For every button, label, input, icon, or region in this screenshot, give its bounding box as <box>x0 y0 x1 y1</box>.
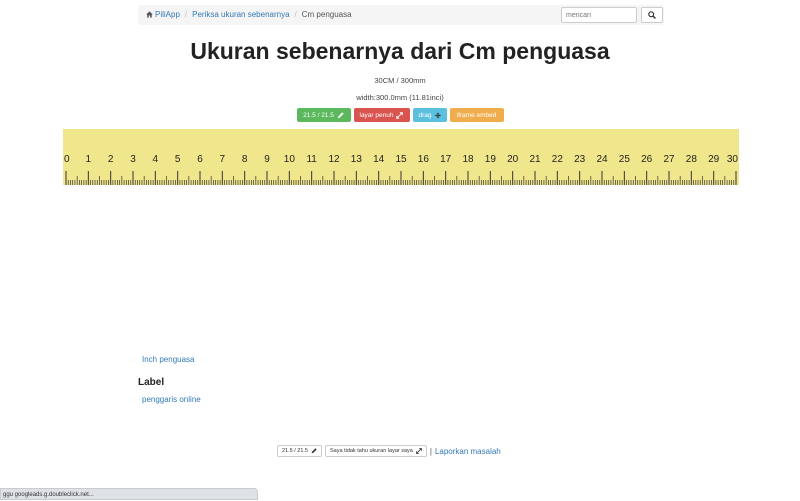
breadcrumb-home-link[interactable]: PiliApp <box>155 10 180 19</box>
home-icon <box>146 11 153 18</box>
expand-icon <box>416 448 422 454</box>
ruler-label: 18 <box>462 154 474 165</box>
ruler-label: 4 <box>153 154 159 165</box>
breadcrumb-separator: / <box>184 10 188 19</box>
ruler-label: 11 <box>306 154 317 165</box>
ruler-label: 5 <box>175 154 181 165</box>
ruler-label: 12 <box>328 154 340 165</box>
ruler-label: 13 <box>351 154 363 165</box>
expand-icon <box>396 111 404 119</box>
browser-status-bar: ggu googleads.g.doubleclick.net... <box>0 488 258 500</box>
online-ruler-link[interactable]: penggaris online <box>142 395 201 404</box>
label-heading: Label <box>138 377 165 388</box>
search-icon <box>648 11 656 19</box>
ruler-label: 2 <box>108 154 114 165</box>
report-problem-link[interactable]: Laporkan masalah <box>435 447 501 456</box>
ruler-label: 15 <box>395 154 407 165</box>
ruler-label: 26 <box>641 154 653 165</box>
ruler-label: 17 <box>440 154 452 165</box>
breadcrumb-current: Cm penguasa <box>301 10 352 19</box>
ruler-label: 19 <box>485 154 497 165</box>
ruler-controls: 21.5 / 21.5 layar penuh drag iframe embe… <box>0 108 800 122</box>
footer-controls: 21.5 / 21.5 Saya tidak tahu ukuran layar… <box>277 445 501 457</box>
ruler-label: 7 <box>220 154 226 165</box>
ruler-label: 21 <box>529 154 541 165</box>
ruler-scale: 0 1 2 3 4 5 6 7 8 9 10 11 12 13 14 15 16 17 18 19 20 21 22 23 24… <box>64 154 739 185</box>
ruler-label: 29 <box>708 154 720 165</box>
ruler-label: 27 <box>663 154 675 165</box>
ruler-label: 22 <box>552 154 564 165</box>
search-input[interactable] <box>561 7 637 23</box>
footer-separator: | <box>429 446 432 456</box>
width-info: width:300.0mm (11.81inci) <box>356 93 444 102</box>
ruler-label: 9 <box>264 154 270 165</box>
ruler-label: 28 <box>686 154 698 165</box>
ruler-label: 16 <box>418 154 430 165</box>
embed-button[interactable]: iframe embed <box>449 108 504 122</box>
ruler-label: 8 <box>242 154 248 165</box>
size-button[interactable]: 21.5 / 21.5 <box>296 108 351 122</box>
ruler-label: 1 <box>86 154 92 165</box>
ruler[interactable]: 0 1 2 3 4 5 6 7 8 9 10 11 12 13 14 15 16 17 18 19 20 21 22 23 24… <box>63 129 739 185</box>
ruler-label: 25 <box>619 154 631 165</box>
footer-size-label: 21.5 / 21.5 <box>282 448 308 454</box>
ruler-label: 6 <box>197 154 203 165</box>
fullscreen-button-label: layar penuh <box>359 111 394 119</box>
footer-size-button[interactable]: 21.5 / 21.5 <box>277 445 322 457</box>
breadcrumb-separator: / <box>294 10 297 19</box>
drag-button[interactable]: drag <box>412 108 447 122</box>
pencil-icon <box>311 448 317 454</box>
ruler-label: 3 <box>130 154 136 165</box>
page-title: Ukuran sebenarnya dari Cm penguasa <box>190 38 610 64</box>
ruler-label: 14 <box>373 154 385 165</box>
size-button-label: 21.5 / 21.5 <box>303 111 334 119</box>
ruler-label: 30 <box>727 154 739 165</box>
move-icon <box>434 112 441 118</box>
fullscreen-button[interactable]: layar penuh <box>353 108 410 122</box>
ruler-label: 24 <box>596 154 608 165</box>
length-info: 30CM / 300mm <box>374 76 426 85</box>
breadcrumb-section-link[interactable]: Periksa ukuran sebenarnya <box>192 10 289 19</box>
ruler-label: 23 <box>574 154 586 165</box>
pencil-icon <box>337 111 344 118</box>
breadcrumb: PiliApp / Periksa ukuran sebenarnya / Cm… <box>146 10 352 19</box>
unknown-screen-size-button[interactable]: Saya tidak tahu ukuran layar saya <box>325 445 427 457</box>
search-button[interactable] <box>641 7 663 23</box>
unknown-screen-size-label: Saya tidak tahu ukuran layar saya <box>330 448 413 454</box>
ruler-label: 20 <box>507 154 519 165</box>
drag-button-label: drag <box>418 111 432 119</box>
inch-ruler-link[interactable]: Inch penguasa <box>142 355 195 364</box>
ruler-label: 10 <box>284 154 296 165</box>
ruler-label: 0 <box>64 154 70 165</box>
